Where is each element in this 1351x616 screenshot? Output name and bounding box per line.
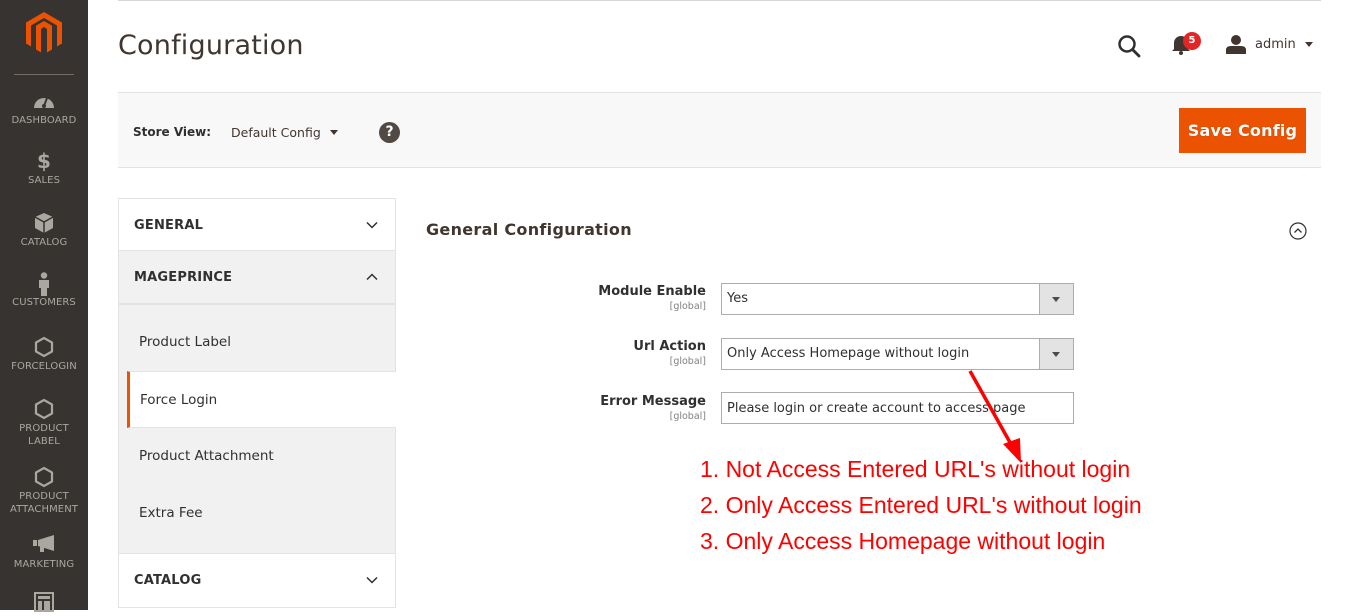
megaphone-icon (0, 534, 88, 556)
menu-item-marketing[interactable]: MARKETING (0, 534, 88, 571)
admin-menu: DASHBOARD $ SALES CATALOG CUSTOMERS FORC… (0, 0, 88, 612)
tab-item-extra-fee[interactable]: Extra Fee (119, 485, 395, 554)
menu-item-content[interactable] (0, 592, 88, 616)
menu-item-product-label[interactable]: PRODUCT LABEL (0, 398, 88, 448)
magento-logo-icon[interactable] (26, 12, 62, 54)
url-action-label: Url Action (633, 339, 706, 354)
chevron-down-icon (366, 221, 378, 229)
search-icon[interactable] (1116, 33, 1142, 59)
store-switcher-bar: Store View: Default Config ? Save Config (118, 92, 1321, 168)
menu-item-product-attachment[interactable]: PRODUCT ATTACHMENT (0, 466, 88, 516)
tab-item-product-label[interactable]: Product Label (119, 304, 395, 371)
menu-divider (14, 74, 74, 75)
section-title[interactable]: General Configuration (426, 220, 632, 239)
save-config-button[interactable]: Save Config (1179, 108, 1306, 153)
annotation-line-3: 3. Only Access Homepage without login (700, 528, 1106, 554)
chevron-down-icon (1304, 41, 1313, 47)
chevron-down-icon (366, 576, 378, 584)
tab-item-force-login[interactable]: Force Login (127, 371, 396, 428)
dashboard-icon (0, 90, 88, 112)
notifications-count-badge[interactable]: 5 (1183, 32, 1201, 50)
tab-item-product-attachment[interactable]: Product Attachment (119, 428, 395, 485)
hexagon-icon (0, 466, 88, 488)
hexagon-icon (0, 336, 88, 358)
annotation-line-2: 2. Only Access Entered URL's without log… (700, 492, 1142, 518)
chevron-up-icon (366, 273, 378, 281)
menu-item-dashboard[interactable]: DASHBOARD (0, 90, 88, 127)
tab-catalog[interactable]: CATALOG (118, 554, 396, 608)
url-action-select[interactable]: Only Access Homepage without login (721, 338, 1074, 370)
mageprince-subitems: Product Label Force Login Product Attach… (118, 304, 396, 554)
admin-user-menu[interactable]: admin (1226, 32, 1313, 56)
menu-item-catalog[interactable]: CATALOG (0, 212, 88, 249)
dropdown-arrow-icon (1039, 339, 1073, 369)
error-message-input[interactable] (721, 392, 1074, 424)
dropdown-arrow-icon (1039, 284, 1073, 314)
menu-item-sales[interactable]: $ SALES (0, 150, 88, 187)
annotation-line-1: 1. Not Access Entered URL's without logi… (700, 456, 1131, 482)
page-title: Configuration (118, 30, 304, 61)
box-icon (0, 212, 88, 234)
url-action-scope: [global] (669, 356, 706, 367)
page-top-border (118, 0, 1321, 1)
person-icon (0, 272, 88, 296)
store-view-value: Default Config (231, 125, 321, 140)
store-view-label: Store View: (133, 125, 212, 139)
tab-general[interactable]: GENERAL (118, 198, 396, 251)
layout-icon (0, 592, 88, 614)
config-tabs: GENERAL MAGEPRINCE Product Label Force L… (118, 198, 396, 608)
admin-username: admin (1255, 36, 1296, 52)
error-message-scope: [global] (669, 411, 706, 422)
chevron-down-icon (329, 130, 338, 135)
module-enable-scope: [global] (669, 301, 706, 312)
module-enable-select[interactable]: Yes (721, 283, 1074, 315)
collapse-section-icon[interactable] (1289, 222, 1307, 240)
error-message-label: Error Message (600, 394, 706, 409)
hexagon-icon (0, 398, 88, 420)
user-icon (1226, 35, 1246, 54)
menu-item-forcelogin[interactable]: FORCELOGIN (0, 336, 88, 373)
store-view-dropdown[interactable]: Default Config (231, 125, 338, 140)
dollar-icon: $ (37, 149, 51, 173)
tab-mageprince[interactable]: MAGEPRINCE (118, 251, 396, 304)
help-icon[interactable]: ? (379, 122, 400, 143)
module-enable-label: Module Enable (598, 284, 706, 299)
menu-item-customers[interactable]: CUSTOMERS (0, 272, 88, 309)
